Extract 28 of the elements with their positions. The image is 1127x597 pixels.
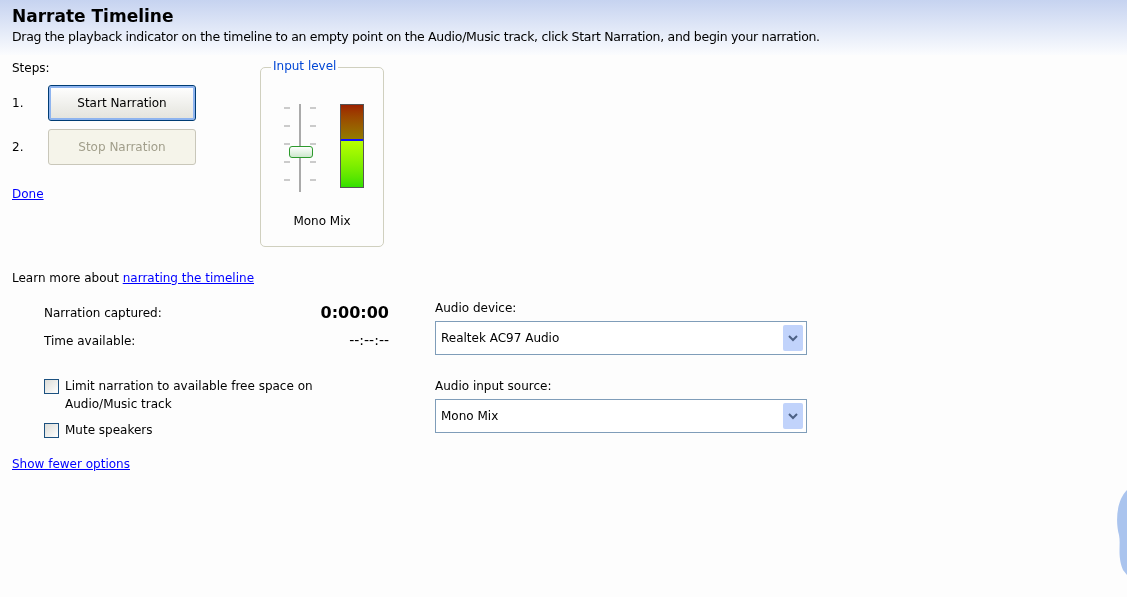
chevron-down-icon[interactable]: [783, 402, 803, 429]
checkbox[interactable]: [44, 422, 59, 438]
dropdown-value: Realtek AC97 Audio: [441, 329, 561, 347]
stat-label: Time available:: [44, 332, 136, 350]
step-number: 1.: [12, 94, 25, 112]
done-link[interactable]: Done: [12, 184, 44, 203]
dropdown-field[interactable]: Realtek AC97 Audio: [435, 320, 807, 355]
dropdown-value: Mono Mix: [441, 407, 500, 425]
slider-thumb[interactable]: [289, 146, 313, 159]
checkbox-label: Mute speakers: [65, 421, 154, 439]
checkbox-label: Limit narration to available free space on Audio/Music track: [65, 377, 314, 413]
step-number: 2.: [12, 138, 25, 156]
help-link[interactable]: narrating the timeline: [122, 270, 255, 285]
learn-more-text: Learn more about: [12, 270, 120, 285]
checkbox[interactable]: [44, 378, 59, 394]
dropdown-label: Audio input source:: [435, 377, 553, 395]
show-fewer-link[interactable]: Show fewer options: [12, 454, 130, 473]
steps-label: Steps:: [12, 59, 51, 77]
page-title: Narrate Timeline: [12, 5, 175, 28]
stat-label: Narration captured:: [44, 304, 162, 322]
instructions: Drag the playback indicator on the timeline to an empty point on the Audio/Music track, click Start Narration, and begin your narration.: [12, 28, 821, 46]
stat-value: 0:00:00: [320, 301, 389, 324]
source-label: Mono Mix: [293, 212, 351, 230]
stat-value: --:--:--: [349, 331, 389, 351]
step-button[interactable]: Start Narration: [48, 84, 196, 121]
dropdown-field[interactable]: Mono Mix: [435, 398, 807, 433]
dropdown-label: Audio device:: [435, 299, 518, 317]
chevron-down-icon[interactable]: [783, 324, 803, 351]
